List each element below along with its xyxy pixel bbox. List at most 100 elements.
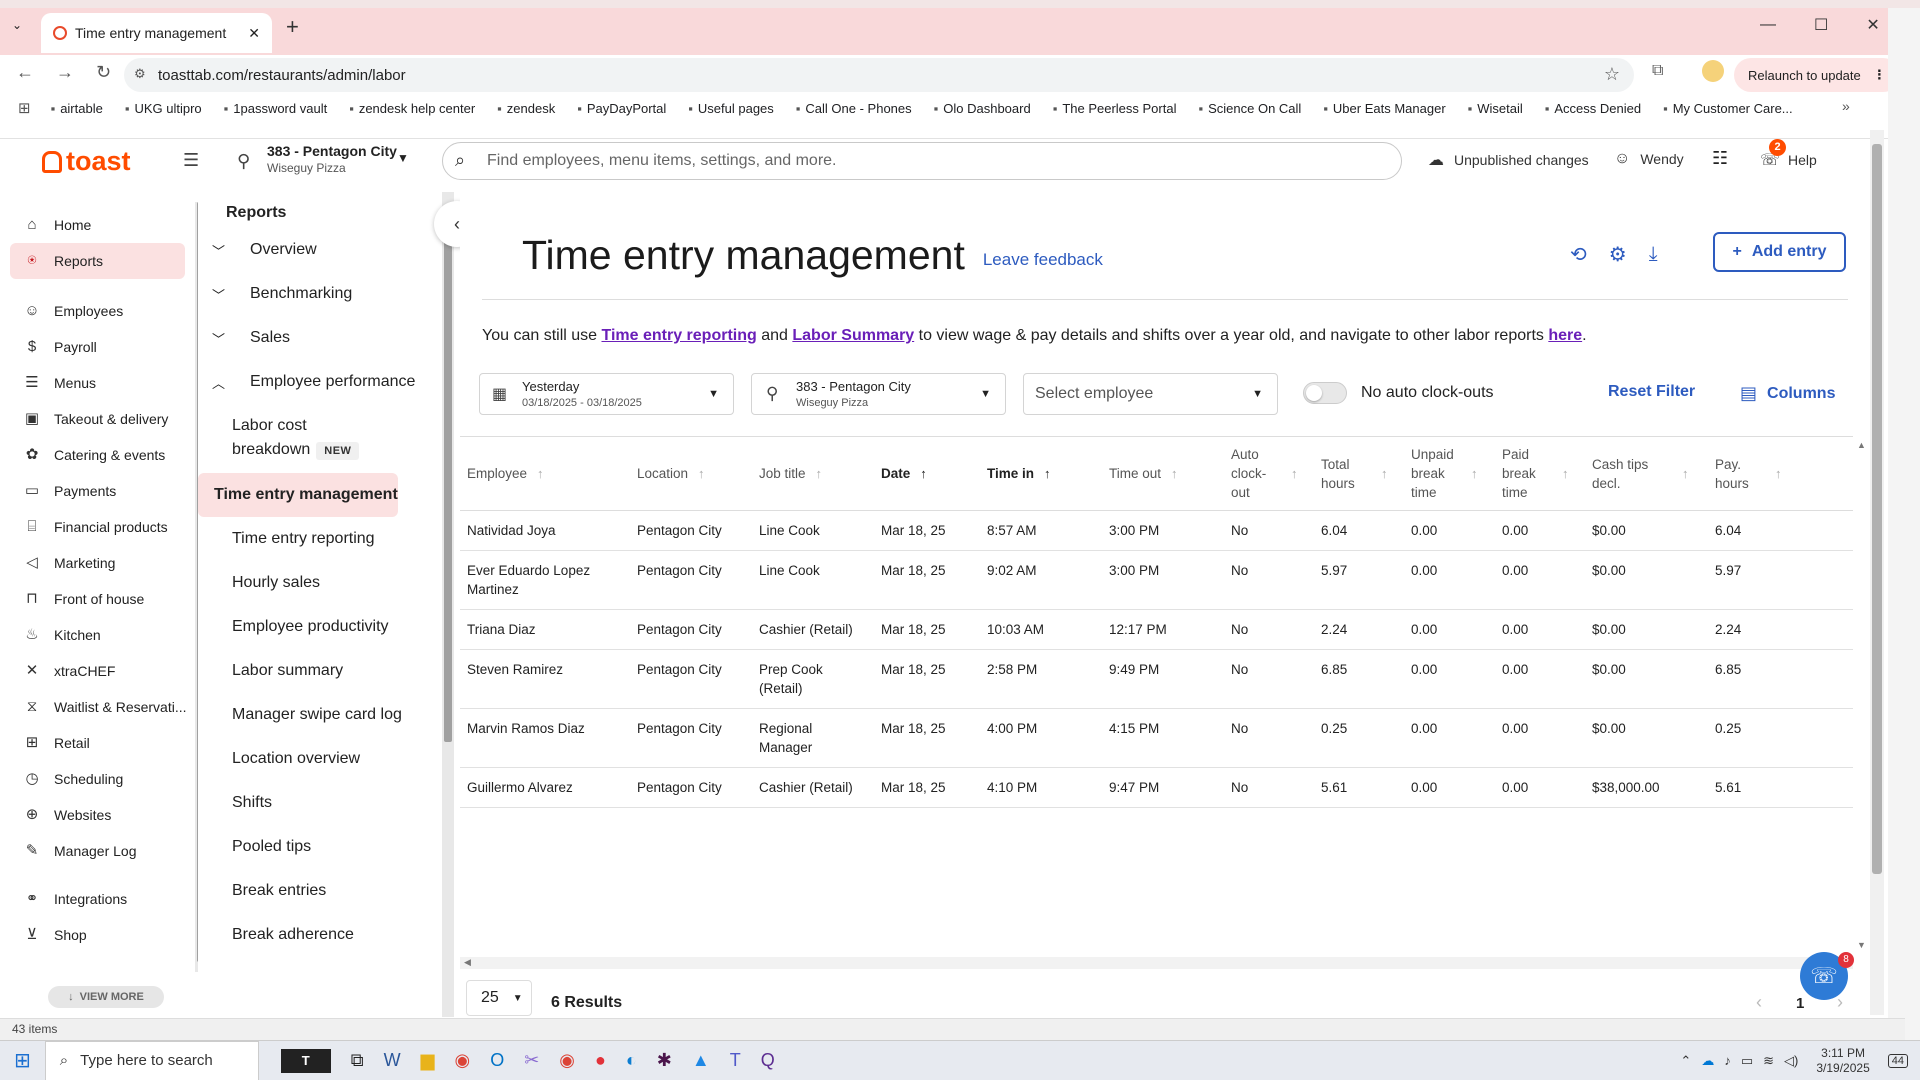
user-menu[interactable]: ☺ Wendy <box>1614 150 1684 168</box>
bookmark-item[interactable]: ▪ Access Denied <box>1545 101 1641 116</box>
location-switcher[interactable]: ⚲ 383 - Pentagon City Wiseguy Pizza ▼ <box>237 143 409 175</box>
column-header[interactable]: Total hours ↑ <box>1314 437 1404 511</box>
sidebar-item-menus[interactable]: ☰ Menus <box>0 365 195 401</box>
chrome-icon[interactable]: ◉ <box>454 1050 470 1071</box>
chevron-up-icon[interactable]: ⌃ <box>1680 1053 1691 1069</box>
bookmark-item[interactable]: ▪ zendesk help center <box>349 101 475 116</box>
bookmark-item[interactable]: ▪ The Peerless Portal <box>1053 101 1177 116</box>
bookmark-item[interactable]: ▪ 1password vault <box>224 101 328 116</box>
sidebar-item-marketing[interactable]: ◁ Marketing <box>0 545 195 581</box>
scroll-left-icon[interactable]: ◀ <box>464 957 471 968</box>
page-scrollbar[interactable] <box>1870 130 1884 1015</box>
tab-close-icon[interactable]: ✕ <box>248 25 260 42</box>
column-header[interactable]: Location ↑ <box>630 437 752 511</box>
reports-nav-scrollbar[interactable] <box>442 192 454 1017</box>
profile-avatar[interactable] <box>1702 60 1724 82</box>
sort-arrow-icon[interactable]: ↑ <box>1471 464 1478 483</box>
sort-arrow-icon[interactable]: ↑ <box>1775 464 1782 483</box>
table-row[interactable]: Steven Ramirez Pentagon City Prep Cook (Re… <box>460 649 1853 709</box>
sidebar-item-employees[interactable]: ☺ Employees <box>0 293 195 329</box>
bookmark-item[interactable]: ▪ UKG ultipro <box>125 101 202 116</box>
wifi-icon[interactable]: ≋ <box>1763 1053 1774 1069</box>
reload-icon[interactable]: ↻ <box>96 62 111 83</box>
sidebar-item-retail[interactable]: ⊞ Retail <box>0 725 195 761</box>
column-header[interactable]: Date ↑ <box>874 437 980 511</box>
table-row[interactable]: Natividad Joya Pentagon City Line Cook Mar … <box>460 510 1853 551</box>
address-bar[interactable]: ⚙ toasttab.com/restaurants/admin/labor ☆ <box>124 58 1634 92</box>
bookmark-item[interactable]: ▪ Uber Eats Manager <box>1323 101 1445 116</box>
leave-feedback-link[interactable]: Leave feedback <box>983 250 1103 270</box>
apps-icon[interactable]: ⊞ <box>18 99 31 117</box>
reports-item-manager-swipe-card-log[interactable]: Manager swipe card log <box>216 693 416 737</box>
reports-item-shifts[interactable]: Shifts <box>216 781 416 825</box>
taskbar-search[interactable]: ⌕ Type here to search <box>44 1040 259 1080</box>
sidebar-item-xtrachef[interactable]: ✕ xtraCHEF <box>0 653 195 689</box>
sidebar-item-manager-log[interactable]: ✎ Manager Log <box>0 833 195 869</box>
bookmark-item[interactable]: ▪ Useful pages <box>688 101 774 116</box>
sidebar-item-shop[interactable]: ⊻ Shop <box>0 917 195 953</box>
unpublished-changes-button[interactable]: ☁ Unpublished changes <box>1428 150 1589 170</box>
bookmark-item[interactable]: ▪ My Customer Care... <box>1663 101 1793 116</box>
sidebar-item-takeout-delivery[interactable]: ▣ Takeout & delivery <box>0 401 195 437</box>
menu-dots-icon[interactable]: ⋮ <box>1873 67 1886 83</box>
reports-item-break-entries[interactable]: Break entries <box>216 869 416 913</box>
close-window-icon[interactable]: ✕ <box>1866 15 1879 35</box>
reports-section-overview[interactable]: ﹀ Overview <box>198 228 443 272</box>
back-icon[interactable]: ← <box>16 62 34 83</box>
sort-arrow-icon[interactable]: ↑ <box>816 464 823 483</box>
edge-icon[interactable]: ◐ <box>626 1050 637 1071</box>
sidebar-item-waitlist-reservati[interactable]: ⧖ Waitlist & Reservati... <box>0 689 195 725</box>
sort-arrow-icon[interactable]: ↑ <box>698 464 705 483</box>
reports-section-benchmarking[interactable]: ﹀ Benchmarking <box>198 272 443 316</box>
sort-arrow-icon[interactable]: ↑ <box>1291 464 1298 483</box>
collapse-menu-icon[interactable]: ☰ <box>183 150 199 171</box>
windows-start-icon[interactable]: ⊞ <box>14 1048 31 1073</box>
word-icon[interactable]: W <box>384 1050 401 1071</box>
forward-icon[interactable]: → <box>56 62 74 83</box>
maximize-icon[interactable]: ☐ <box>1814 15 1828 35</box>
reports-item-time-entry-management[interactable]: Time entry management <box>198 473 398 517</box>
task-view-icon[interactable]: ⧉ <box>351 1050 364 1071</box>
app-q-icon[interactable]: Q <box>761 1050 775 1071</box>
sidebar-item-front-of-house[interactable]: ⊓ Front of house <box>0 581 195 617</box>
bookmark-item[interactable]: ▪ PayDayPortal <box>577 101 666 116</box>
sidebar-item-financial-products[interactable]: ⌸ Financial products <box>0 509 195 545</box>
scroll-down-icon[interactable]: ▼ <box>1857 940 1866 950</box>
bookmark-item[interactable]: ▪ Wisetail <box>1468 101 1523 116</box>
column-header[interactable]: Cash tips decl. ↑ <box>1585 437 1708 511</box>
checklist-icon[interactable]: ☷ <box>1712 148 1728 169</box>
labor-summary-link[interactable]: Labor Summary <box>792 327 914 344</box>
sidebar-item-catering-events[interactable]: ✿ Catering & events <box>0 437 195 473</box>
reports-item-employee-productivity[interactable]: Employee productivity <box>216 605 416 649</box>
tab-search-icon[interactable]: ⌄ <box>12 18 22 32</box>
table-horizontal-scrollbar[interactable]: ◀ <box>460 957 1853 969</box>
reports-item-labor-cost-breakdown[interactable]: Labor cost breakdown NEW <box>216 404 416 473</box>
sort-arrow-icon[interactable]: ↑ <box>537 464 544 483</box>
outlook-icon[interactable]: O <box>490 1050 504 1071</box>
reports-item-pooled-tips[interactable]: Pooled tips <box>216 825 416 869</box>
microphone-icon[interactable]: ♪ <box>1724 1053 1731 1068</box>
onedrive-icon[interactable]: ☁ <box>1701 1053 1714 1069</box>
battery-icon[interactable]: ▭ <box>1741 1053 1753 1069</box>
reports-item-hourly-sales[interactable]: Hourly sales <box>216 561 416 605</box>
sidebar-item-home[interactable]: ⌂ Home <box>0 207 195 243</box>
reports-item-time-entry-reporting[interactable]: Time entry reporting <box>216 517 416 561</box>
column-header[interactable]: Employee ↑ <box>460 437 630 511</box>
sort-arrow-icon[interactable]: ↑ <box>1381 464 1388 483</box>
snipping-icon[interactable]: ✂ <box>524 1050 539 1071</box>
column-header[interactable]: Time in ↑ <box>980 437 1102 511</box>
prev-page-icon[interactable]: ‹ <box>1756 992 1762 1013</box>
table-row[interactable]: Triana Diaz Pentagon City Cashier (Retail)… <box>460 609 1853 650</box>
volume-icon[interactable]: ◁) <box>1784 1053 1798 1069</box>
bookmark-item[interactable]: ▪ zendesk <box>497 101 555 116</box>
browser-tab[interactable]: Time entry management ✕ <box>41 13 272 53</box>
table-row[interactable]: Marvin Ramos Diaz Pentagon City Regional M… <box>460 708 1853 768</box>
column-header[interactable]: Job title ↑ <box>752 437 874 511</box>
notification-center[interactable]: 44 <box>1887 1053 1908 1068</box>
download-icon[interactable]: ⤓ <box>1649 243 1658 266</box>
column-header[interactable]: Paid break time ↑ <box>1495 437 1585 511</box>
scroll-up-icon[interactable]: ▲ <box>1857 440 1866 450</box>
sort-arrow-icon[interactable]: ↑ <box>1171 464 1178 483</box>
sidebar-item-payroll[interactable]: $ Payroll <box>0 329 195 365</box>
sidebar-item-reports[interactable]: ⍟ Reports <box>10 243 185 279</box>
